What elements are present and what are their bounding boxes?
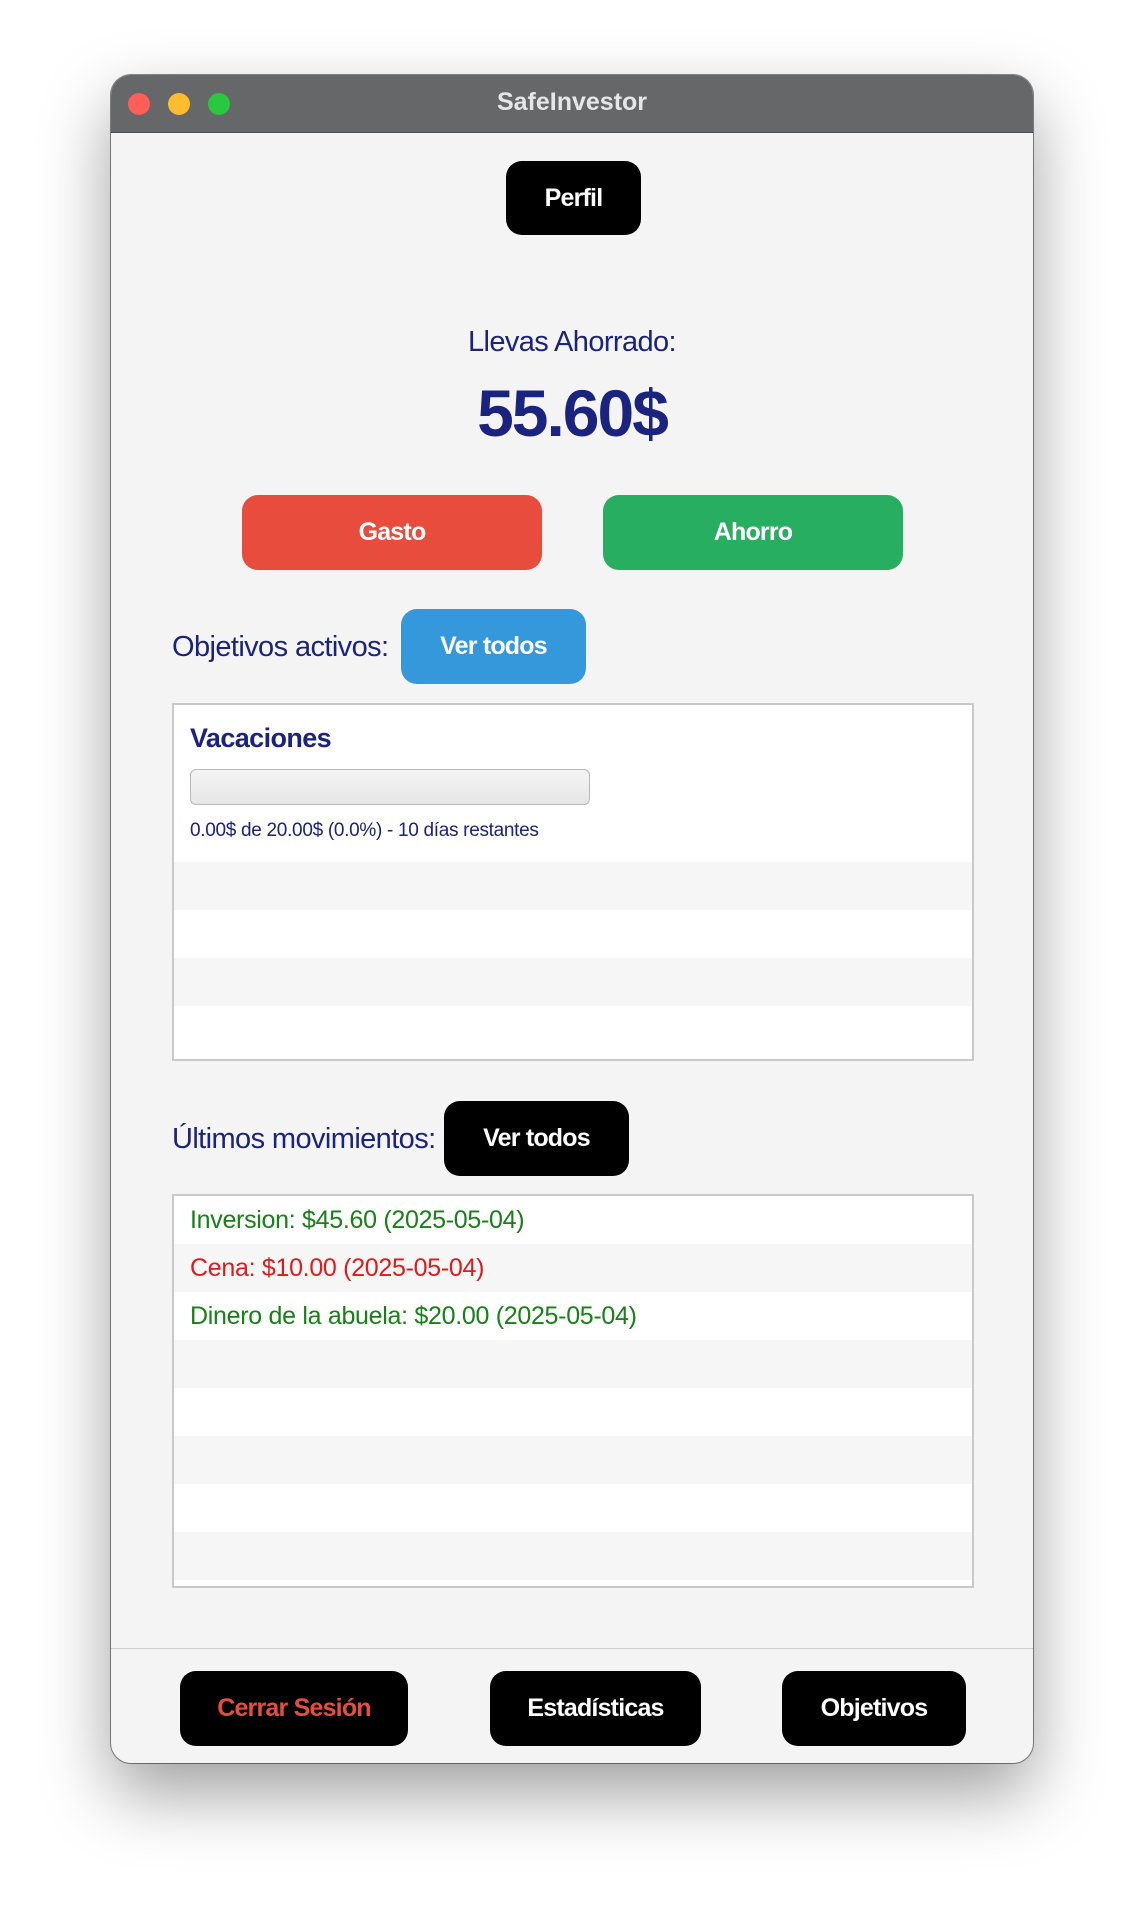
movement-item[interactable]: Inversion: $45.60 (2025-05-04) (190, 1206, 525, 1235)
goals-list: Vacaciones 0.00$ de 20.00$ (0.0%) - 10 d… (172, 703, 974, 1061)
list-stripe (174, 1006, 972, 1054)
list-stripe (174, 1340, 972, 1388)
footer-divider (111, 1648, 1033, 1649)
saved-label: Llevas Ahorrado: (467, 326, 677, 358)
logout-button[interactable]: Cerrar Sesión (180, 1671, 408, 1746)
goal-name: Vacaciones (190, 723, 332, 753)
title-bar: SafeInvestor (111, 75, 1033, 133)
recent-movements-heading: Últimos movimientos: (172, 1123, 436, 1155)
active-goals-heading: Objetivos activos: (172, 631, 389, 663)
movements-list: Inversion: $45.60 (2025-05-04) Cena: $10… (172, 1194, 974, 1588)
list-stripe (174, 1532, 972, 1580)
movement-item[interactable]: Dinero de la abuela: $20.00 (2025-05-04) (190, 1302, 637, 1331)
view-all-movements-button[interactable]: Ver todos (444, 1101, 629, 1176)
saving-button[interactable]: Ahorro (603, 495, 903, 570)
statistics-button[interactable]: Estadísticas (490, 1671, 701, 1746)
profile-button[interactable]: Perfil (506, 161, 641, 235)
list-stripe (174, 1436, 972, 1484)
window-title: SafeInvestor (496, 88, 648, 116)
app-window: SafeInvestor Perfil Llevas Ahorrado: 55.… (111, 75, 1033, 1763)
goal-progress-bar (190, 769, 590, 805)
movement-item[interactable]: Cena: $10.00 (2025-05-04) (190, 1254, 484, 1283)
view-all-goals-button[interactable]: Ver todos (401, 609, 586, 684)
saved-amount: 55.60$ (477, 376, 669, 450)
goals-button[interactable]: Objetivos (782, 1671, 966, 1746)
list-stripe (174, 862, 972, 910)
expense-button[interactable]: Gasto (242, 495, 542, 570)
list-stripe (174, 958, 972, 1006)
list-stripe (174, 910, 972, 958)
goal-info: 0.00$ de 20.00$ (0.0%) - 10 días restant… (190, 820, 539, 841)
